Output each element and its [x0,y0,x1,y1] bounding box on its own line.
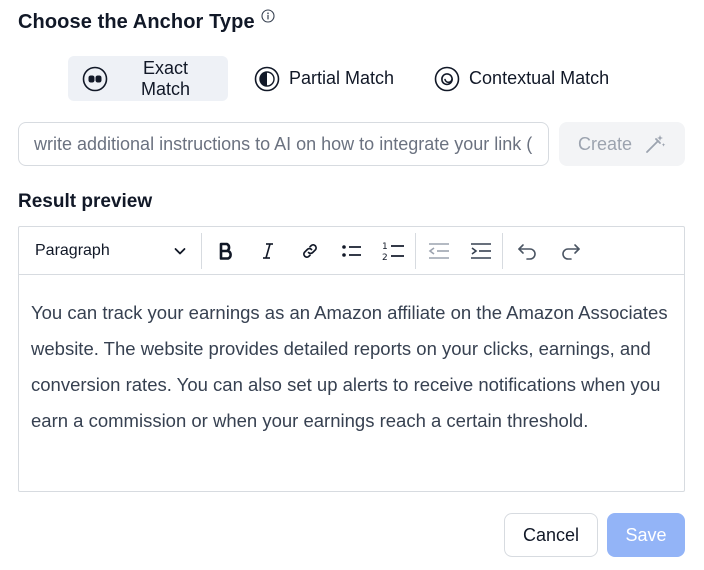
history-tools [507,231,591,271]
cancel-button[interactable]: Cancel [504,513,598,557]
block-format-value: Paragraph [35,241,110,259]
anchor-exact-match[interactable]: Exact Match [68,56,228,101]
create-button-label: Create [577,133,633,154]
italic-icon[interactable] [247,231,289,271]
editor-content[interactable]: You can track your earnings as an Amazon… [19,275,684,439]
editor-toolbar: Paragraph 12 [19,227,684,275]
anchor-partial-match-label: Partial Match [289,68,395,88]
toolbar-divider [201,232,202,269]
save-button[interactable]: Save [607,513,685,557]
format-tools: 12 [205,231,415,271]
rich-text-editor: Paragraph 12 You can track your earnings… [18,226,685,492]
redo-icon[interactable] [549,231,591,271]
magic-wand-icon [644,133,666,155]
indent-tools [418,231,502,271]
link-icon[interactable] [289,231,331,271]
chevron-down-icon [173,244,187,258]
anchor-exact-match-label: Exact Match [140,57,191,99]
create-button[interactable]: Create [559,122,685,166]
anchor-type-header: Choose the Anchor Type [18,9,275,35]
anchor-contextual-match-label: Contextual Match [469,68,610,88]
spiral-icon [434,66,460,92]
page-title: Choose the Anchor Type [18,11,255,33]
bold-icon[interactable] [205,231,247,271]
anchor-partial-match[interactable]: Partial Match [244,56,408,101]
bullet-list-icon[interactable] [331,231,373,271]
indent-icon[interactable] [460,231,502,271]
svg-text:1: 1 [382,242,388,252]
undo-icon[interactable] [507,231,549,271]
result-preview-title: Result preview [18,191,153,212]
anchor-type-options: Exact Match Partial Match Contextual Mat… [68,56,623,101]
instructions-input[interactable] [18,122,549,166]
outdent-icon[interactable] [418,231,460,271]
info-icon[interactable] [261,9,275,23]
toolbar-divider [415,232,416,269]
exact-match-icon [82,66,108,92]
toolbar-divider [502,232,503,269]
svg-text:2: 2 [382,253,388,262]
anchor-contextual-match[interactable]: Contextual Match [424,56,623,101]
block-format-select[interactable]: Paragraph [19,227,201,275]
half-circle-icon [254,66,280,92]
numbered-list-icon[interactable]: 12 [373,231,415,271]
